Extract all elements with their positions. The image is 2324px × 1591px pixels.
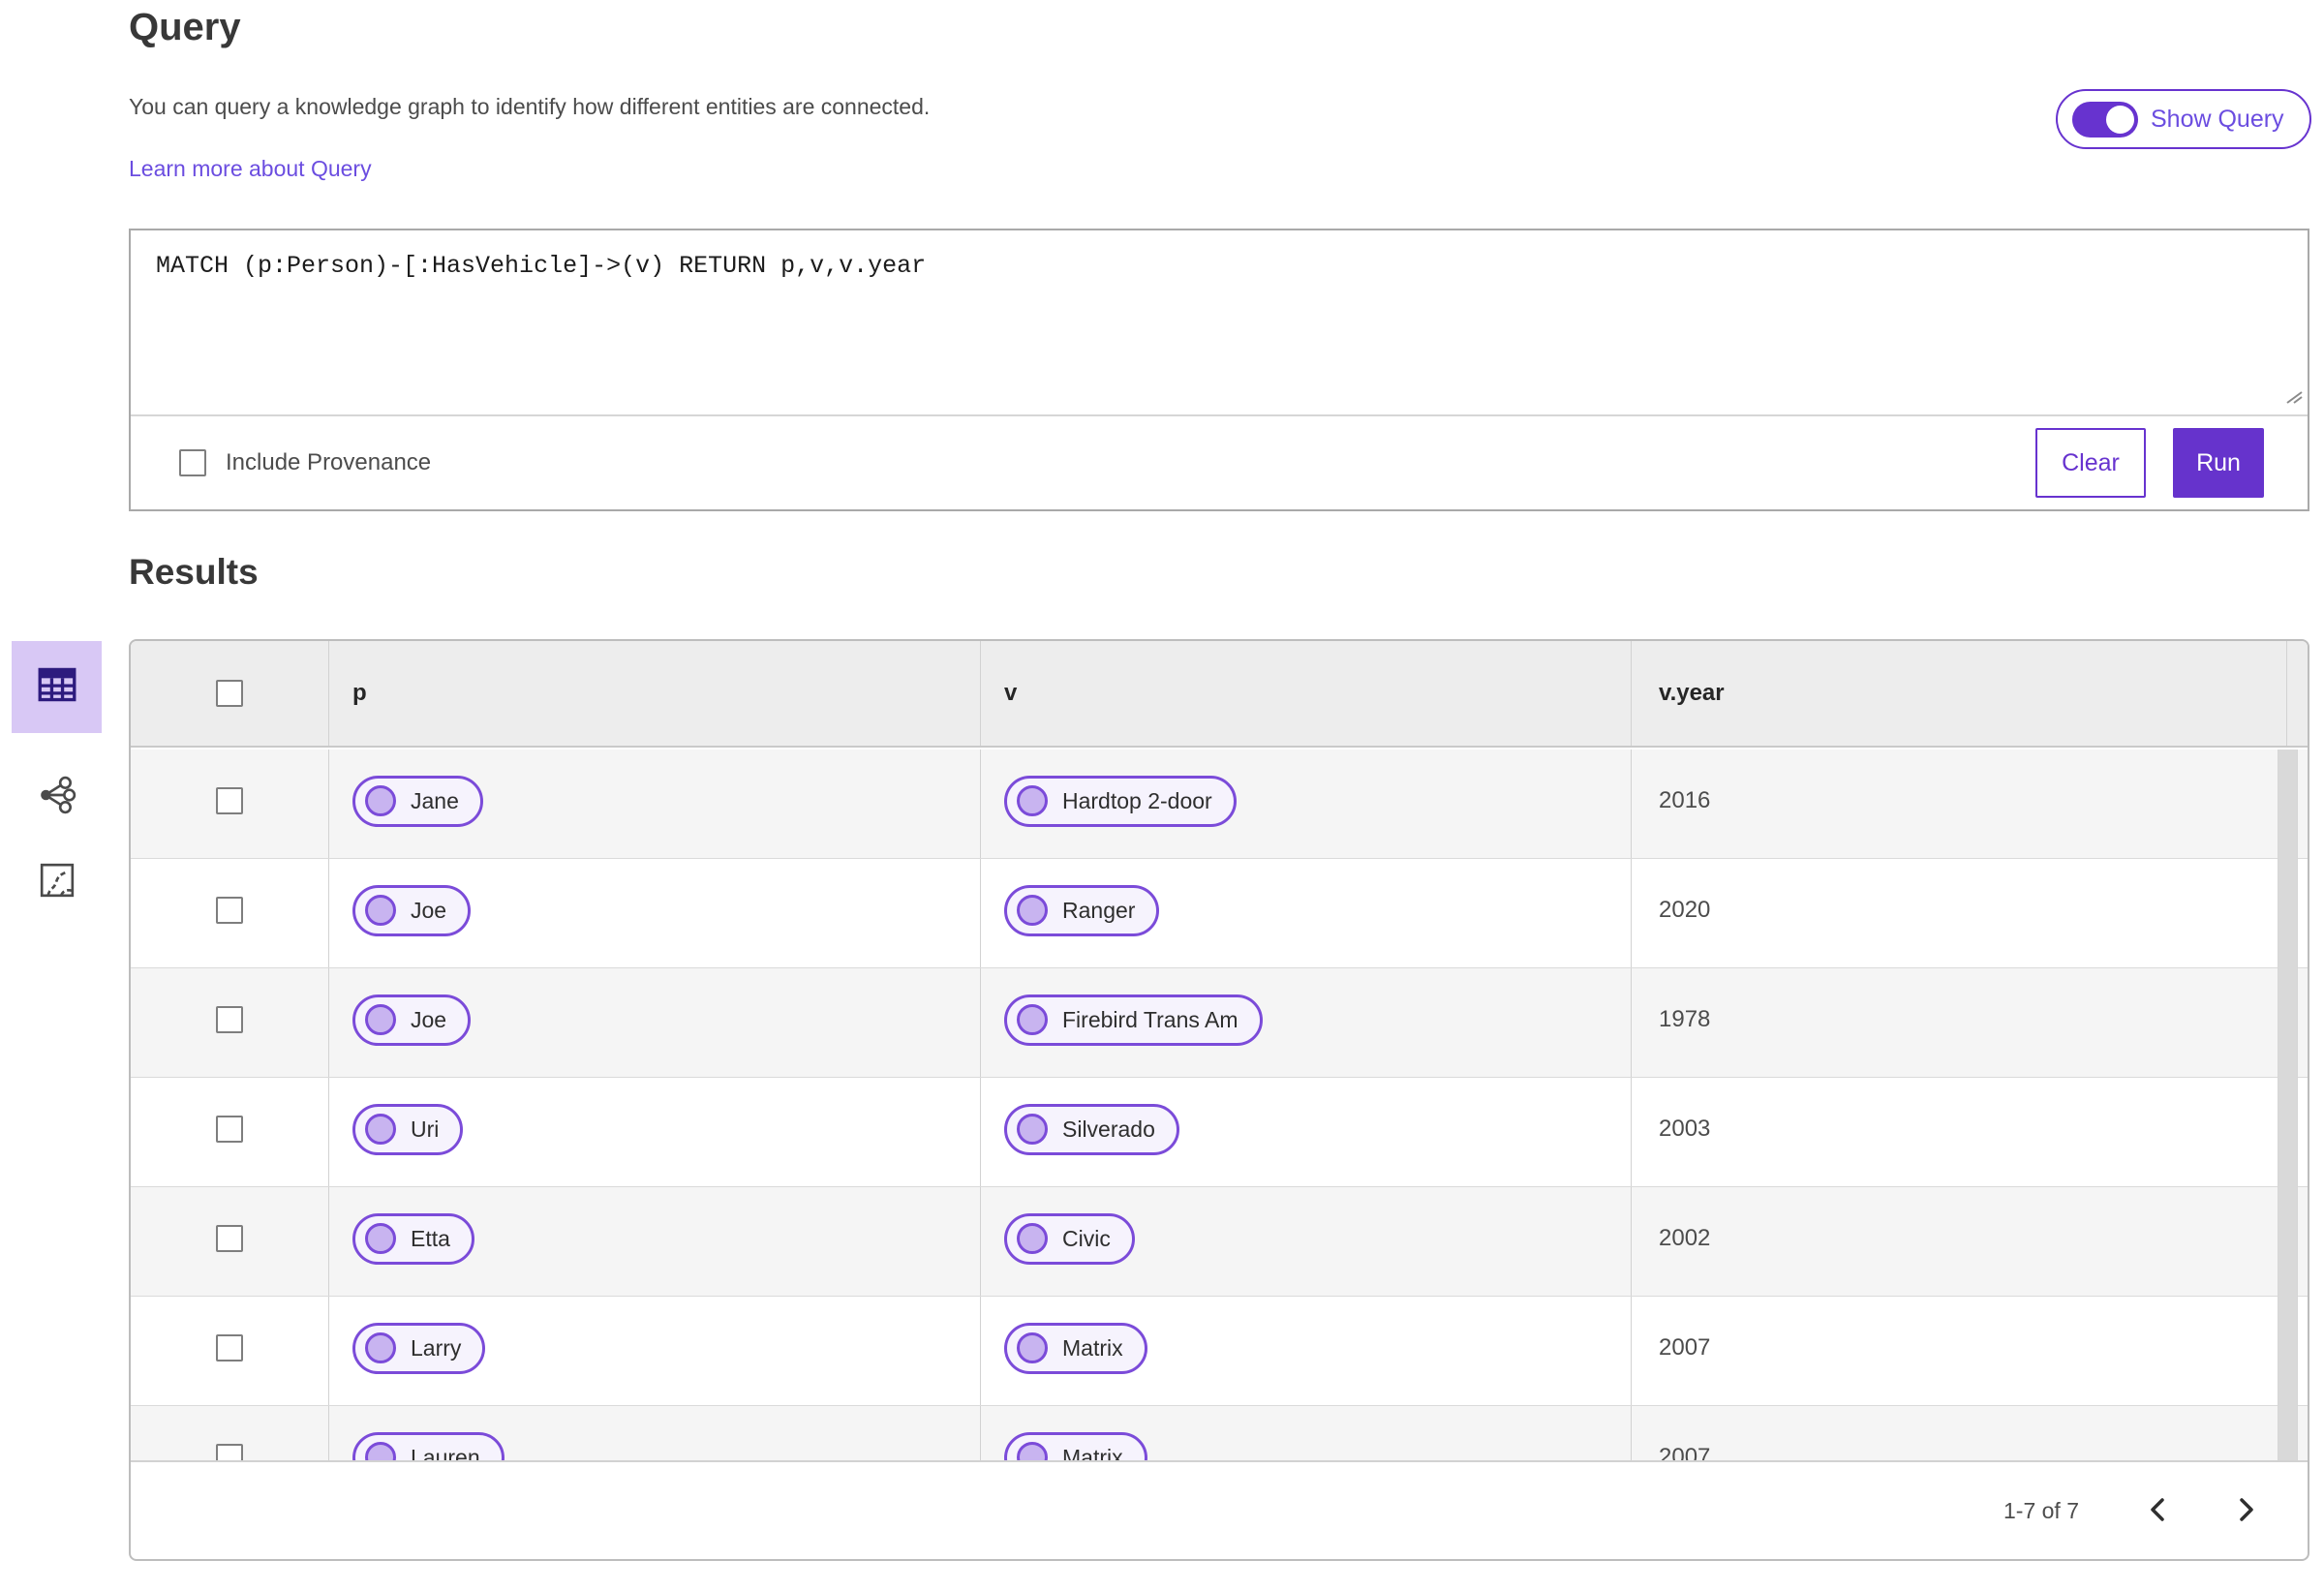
entity-pill-p[interactable]: Joe (352, 994, 472, 1046)
table-scrollbar[interactable] (2278, 750, 2298, 1464)
entity-node-icon (1017, 785, 1048, 816)
query-footer-bar: Include Provenance Clear Run (131, 414, 2308, 509)
entity-pill-v[interactable]: Firebird Trans Am (1004, 994, 1263, 1046)
entity-node-icon (365, 1332, 396, 1363)
table-row: Joe Ranger 2020 (131, 859, 2308, 968)
entity-pill-p[interactable]: Etta (352, 1212, 474, 1265)
select-all-checkbox[interactable] (216, 680, 243, 707)
row-checkbox[interactable] (216, 1334, 243, 1362)
row-checkbox[interactable] (216, 1116, 243, 1143)
entity-node-icon (1017, 1004, 1048, 1035)
entity-node-icon (365, 895, 396, 926)
table-row: Larry Matrix 2007 (131, 1297, 2308, 1406)
pill-label: Firebird Trans Am (1062, 1006, 1238, 1032)
next-page-button[interactable] (2236, 1495, 2257, 1527)
entity-pill-v[interactable]: Ranger (1004, 884, 1160, 936)
pill-label: Matrix (1062, 1334, 1123, 1361)
year-value: 1978 (1659, 1006, 1711, 1032)
pill-label: Silverado (1062, 1116, 1155, 1142)
query-textarea[interactable]: MATCH (p:Person)-[:HasVehicle]->(v) RETU… (131, 230, 2308, 414)
results-table: p v v.year Jane Hardtop 2-door 2016 Joe (129, 639, 2309, 1561)
year-value: 2020 (1659, 897, 1711, 923)
table-header: p v v.year (131, 641, 2308, 748)
year-value: 2002 (1659, 1225, 1711, 1251)
entity-node-icon (1017, 1114, 1048, 1145)
chevron-right-icon (2236, 1495, 2257, 1527)
entity-pill-p[interactable]: Jane (352, 775, 483, 827)
entity-node-icon (365, 1114, 396, 1145)
pill-label: Joe (411, 1006, 447, 1032)
include-provenance-label: Include Provenance (226, 449, 432, 475)
resize-grip-icon[interactable] (2278, 388, 2303, 409)
pill-label: Larry (411, 1334, 462, 1361)
pill-label: Joe (411, 897, 447, 923)
table-body: Jane Hardtop 2-door 2016 Joe Ranger 2020 (131, 750, 2308, 1559)
table-row: Etta Civic 2002 (131, 1187, 2308, 1297)
entity-pill-v[interactable]: Matrix (1004, 1322, 1147, 1374)
table-row: Joe Firebird Trans Am 1978 (131, 968, 2308, 1078)
pill-label: Hardtop 2-door (1062, 787, 1212, 813)
entity-node-icon (365, 785, 396, 816)
pagination-range: 1-7 of 7 (2003, 1497, 2079, 1523)
entity-pill-v[interactable]: Silverado (1004, 1103, 1179, 1155)
map-view-button[interactable] (12, 862, 102, 903)
entity-pill-p[interactable]: Joe (352, 884, 472, 936)
year-value: 2003 (1659, 1116, 1711, 1142)
entity-pill-v[interactable]: Civic (1004, 1212, 1135, 1265)
table-row: Jane Hardtop 2-door 2016 (131, 750, 2308, 859)
view-switcher (12, 641, 102, 903)
column-header-vyear: v.year (1631, 641, 2286, 746)
pill-label: Ranger (1062, 897, 1136, 923)
entity-node-icon (1017, 1332, 1048, 1363)
graph-view-icon (38, 776, 76, 819)
pill-label: Uri (411, 1116, 440, 1142)
row-checkbox[interactable] (216, 1006, 243, 1033)
chevron-left-icon (2147, 1495, 2168, 1527)
pill-label: Civic (1062, 1225, 1111, 1251)
table-row: Uri Silverado 2003 (131, 1078, 2308, 1187)
row-checkbox[interactable] (216, 1225, 243, 1252)
entity-node-icon (365, 1223, 396, 1254)
table-view-icon (38, 667, 76, 707)
column-header-v: v (980, 641, 1631, 746)
results-title: Results (129, 552, 259, 592)
table-view-button[interactable] (12, 641, 102, 733)
scrollbar-header-gutter (2286, 641, 2308, 746)
pagination-bar: 1-7 of 7 (131, 1460, 2308, 1559)
pill-label: Jane (411, 787, 459, 813)
entity-node-icon (1017, 895, 1048, 926)
prev-page-button[interactable] (2147, 1495, 2168, 1527)
entity-pill-p[interactable]: Larry (352, 1322, 486, 1374)
query-description: You can query a knowledge graph to ident… (129, 94, 931, 119)
page-title: Query (129, 6, 241, 48)
include-provenance-checkbox[interactable] (179, 449, 206, 476)
column-header-p: p (328, 641, 980, 746)
clear-button[interactable]: Clear (2035, 428, 2146, 498)
toggle-switch-icon[interactable] (2072, 101, 2138, 138)
pill-label: Etta (411, 1225, 450, 1251)
query-editor: MATCH (p:Person)-[:HasVehicle]->(v) RETU… (131, 230, 2308, 414)
show-query-label: Show Query (2151, 105, 2284, 133)
toggle-knob (2106, 105, 2134, 134)
entity-pill-p[interactable]: Uri (352, 1103, 464, 1155)
row-checkbox[interactable] (216, 897, 243, 924)
scrollbar-thumb[interactable] (2278, 750, 2297, 1464)
entity-node-icon (365, 1004, 396, 1035)
learn-more-link[interactable]: Learn more about Query (129, 156, 372, 182)
query-editor-panel: MATCH (p:Person)-[:HasVehicle]->(v) RETU… (129, 229, 2309, 511)
run-button[interactable]: Run (2173, 428, 2264, 498)
entity-node-icon (1017, 1223, 1048, 1254)
show-query-toggle[interactable]: Show Query (2056, 89, 2311, 149)
graph-view-button[interactable] (12, 776, 102, 819)
year-value: 2016 (1659, 787, 1711, 813)
map-view-icon (39, 862, 76, 903)
entity-pill-v[interactable]: Hardtop 2-door (1004, 775, 1237, 827)
row-checkbox[interactable] (216, 787, 243, 814)
year-value: 2007 (1659, 1334, 1711, 1361)
